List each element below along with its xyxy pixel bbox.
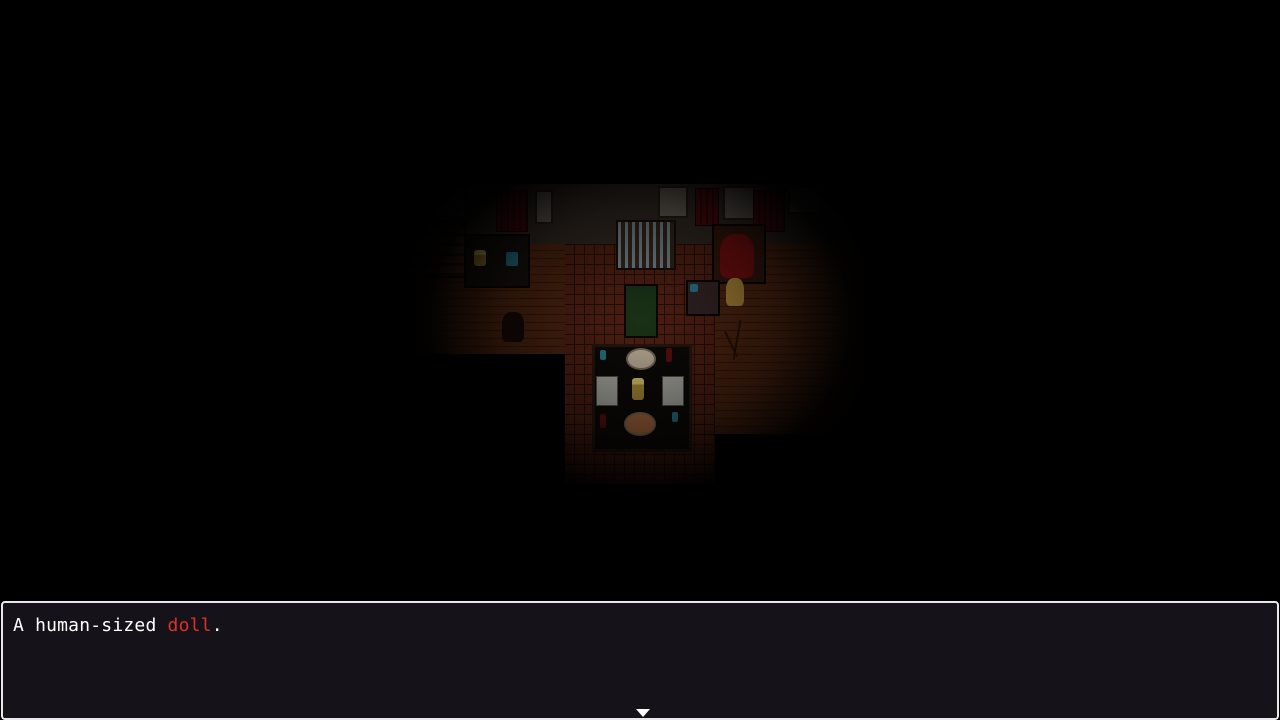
message-text-highlight: doll: [167, 615, 212, 636]
chair: [624, 284, 658, 338]
game-screen: A human-sized doll.: [0, 0, 1280, 720]
wall-panel: [434, 186, 466, 218]
teapot: [690, 284, 698, 292]
map-view: [390, 180, 870, 490]
window-curtain: [496, 190, 528, 232]
candelabra: [632, 378, 644, 400]
wine-glass: [672, 412, 678, 422]
message-text-prefix: A human-sized: [13, 615, 168, 636]
blue-jar: [506, 252, 518, 266]
wine-bottle: [666, 348, 672, 362]
bookshelf: [400, 220, 466, 278]
wine-bottle: [600, 414, 606, 428]
wine-glass: [600, 350, 606, 360]
wall-tapestry: [695, 188, 719, 226]
down-triangle-icon[interactable]: [636, 709, 650, 717]
plate: [626, 348, 656, 370]
player-character: [726, 278, 744, 306]
roast-platter: [624, 412, 656, 436]
wall-panel: [723, 186, 755, 220]
doll-sprite[interactable]: [720, 234, 754, 278]
place-setting: [662, 376, 684, 406]
bottle-shelf: [616, 220, 676, 270]
shadow-figure: [502, 312, 524, 342]
wall-clock: [535, 190, 553, 224]
message-text: A human-sized doll.: [13, 615, 223, 636]
message-window[interactable]: A human-sized doll.: [1, 601, 1279, 720]
message-text-suffix: .: [211, 615, 223, 636]
candelabra: [474, 250, 486, 266]
wall-panel: [658, 186, 688, 218]
wall-panel: [402, 186, 434, 218]
place-setting: [596, 376, 618, 406]
wall-panel: [788, 186, 822, 214]
